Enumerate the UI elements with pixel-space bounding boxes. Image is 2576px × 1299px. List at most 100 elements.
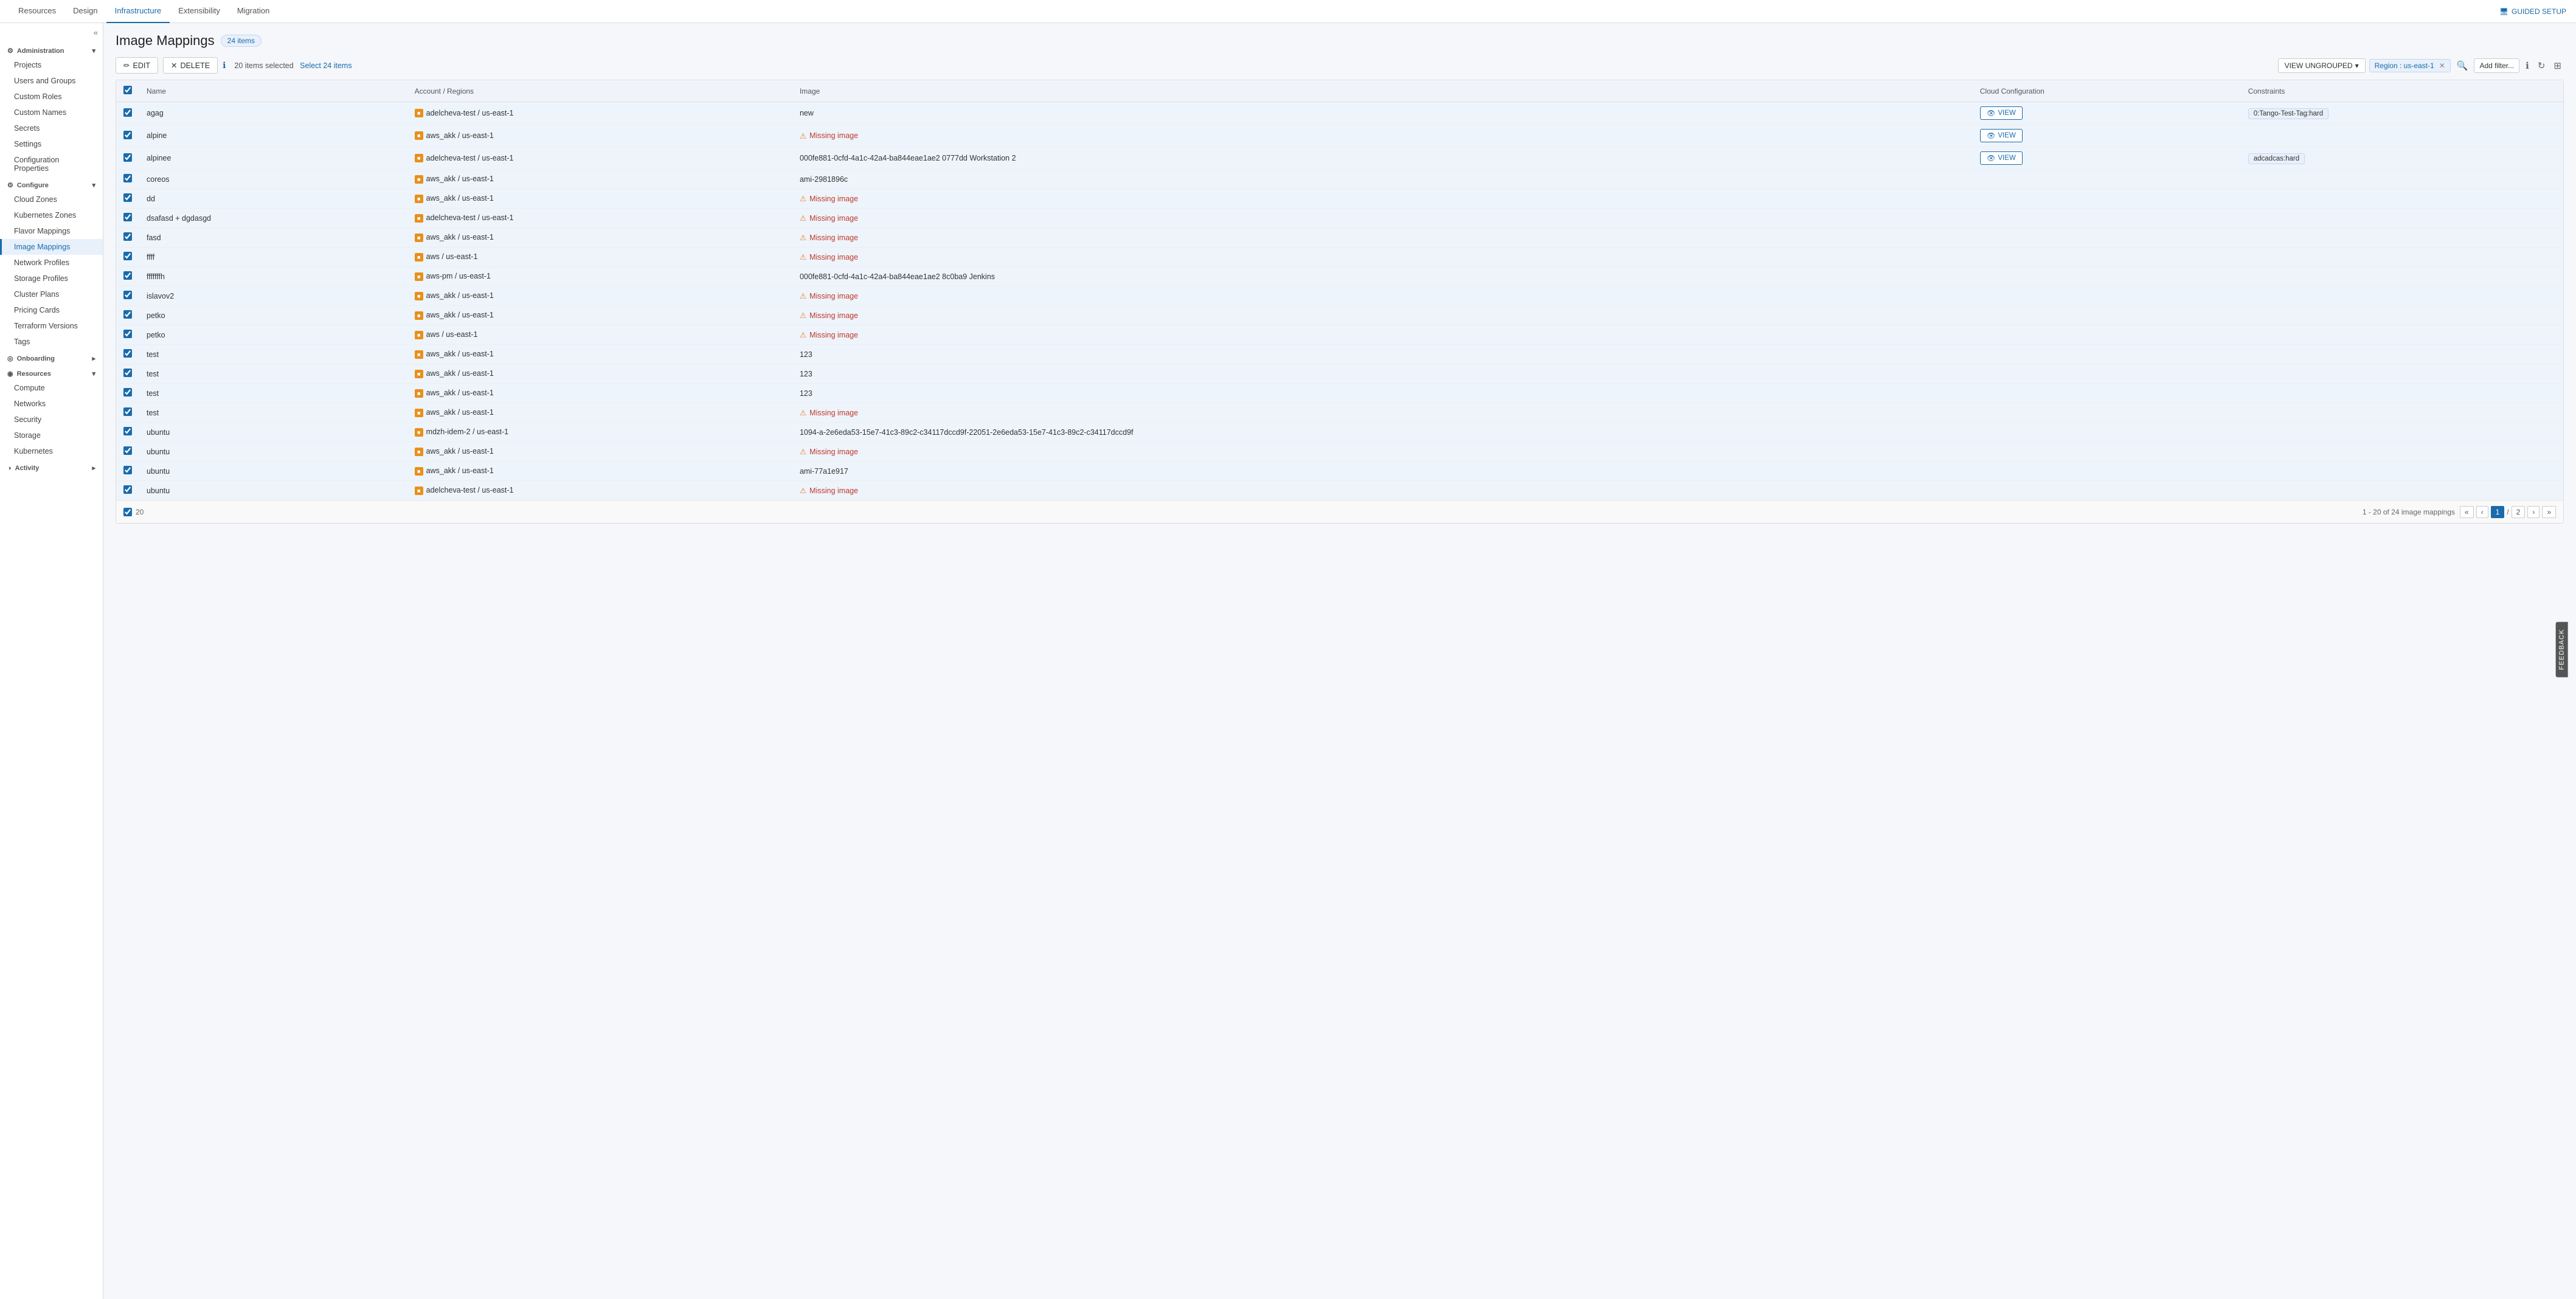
nav-item-resources[interactable]: Resources — [10, 0, 64, 23]
refresh-button[interactable]: ↻ — [2535, 59, 2548, 72]
sidebar-item-storage-profiles[interactable]: Storage Profiles — [0, 271, 103, 286]
section-administration: ⚙ Administration ▾ Projects Users and Gr… — [0, 42, 103, 176]
delete-button[interactable]: ✕ DELETE — [163, 57, 218, 74]
section-activity-header[interactable]: ◑ Activity ▸ — [0, 459, 103, 474]
row-checkbox[interactable] — [123, 193, 132, 202]
sidebar-item-cluster-plans[interactable]: Cluster Plans — [0, 286, 103, 302]
cell-cloud-config — [1973, 306, 2241, 325]
row-checkbox[interactable] — [123, 349, 132, 358]
sidebar-item-settings[interactable]: Settings — [0, 136, 103, 152]
view-cloud-config-button[interactable]: 👁 VIEW — [1980, 129, 2023, 142]
sidebar-item-network-profiles[interactable]: Network Profiles — [0, 255, 103, 271]
info-detail-button[interactable]: ℹ — [2523, 59, 2532, 72]
sidebar-item-compute[interactable]: Compute — [0, 380, 103, 396]
cell-constraints — [2241, 267, 2563, 286]
row-checkbox[interactable] — [123, 330, 132, 338]
row-checkbox[interactable] — [123, 271, 132, 280]
sidebar-item-pricing-cards[interactable]: Pricing Cards — [0, 302, 103, 318]
sidebar-item-security[interactable]: Security — [0, 412, 103, 428]
first-page-button[interactable]: « — [2460, 506, 2474, 518]
cell-image: ⚠Missing image — [792, 481, 1973, 501]
cell-constraints — [2241, 325, 2563, 345]
view-cloud-config-button[interactable]: 👁 VIEW — [1980, 106, 2023, 120]
row-checkbox[interactable] — [123, 466, 132, 474]
guided-setup-button[interactable]: 🖥 GUIDED SETUP — [2499, 7, 2566, 16]
sidebar-item-cloud-zones[interactable]: Cloud Zones — [0, 192, 103, 207]
row-checkbox[interactable] — [123, 407, 132, 416]
section-onboarding-header[interactable]: ◎ Onboarding ▸ — [0, 350, 103, 365]
next-page-button[interactable]: › — [2527, 506, 2540, 518]
cell-account: ■adelcheva-test / us-east-1 — [407, 481, 792, 501]
cell-name: ffff — [139, 248, 407, 267]
cell-cloud-config — [1973, 286, 2241, 306]
page-1-button[interactable]: 1 — [2491, 506, 2505, 518]
cell-name: ubuntu — [139, 442, 407, 462]
section-configure-header[interactable]: ⚙ Configure ▾ — [0, 176, 103, 192]
row-checkbox[interactable] — [123, 310, 132, 319]
cell-account: ■aws_akk / us-east-1 — [407, 462, 792, 481]
feedback-tab[interactable]: FEEDBACK — [2555, 622, 2567, 677]
row-checkbox[interactable] — [123, 153, 132, 162]
table-row: test■aws_akk / us-east-1⚠Missing image — [116, 403, 2563, 423]
nav-item-extensibility[interactable]: Extensibility — [170, 0, 229, 23]
nav-item-infrastructure[interactable]: Infrastructure — [106, 0, 170, 23]
cell-name: test — [139, 384, 407, 403]
sidebar-item-networks[interactable]: Networks — [0, 396, 103, 412]
sidebar-collapse-button[interactable]: « — [0, 23, 103, 42]
section-resources: ◉ Resources ▾ Compute Networks Security … — [0, 365, 103, 459]
table-row: ffff■aws / us-east-1⚠Missing image — [116, 248, 2563, 267]
add-filter-button[interactable]: Add filter... — [2474, 58, 2519, 73]
row-checkbox[interactable] — [123, 291, 132, 299]
cell-image: ⚠Missing image — [792, 209, 1973, 228]
edit-button[interactable]: ✏ EDIT — [116, 57, 158, 74]
page-2-button[interactable]: 2 — [2512, 506, 2526, 518]
footer-checkbox[interactable] — [123, 508, 132, 516]
sidebar-item-config-props[interactable]: Configuration Properties — [0, 152, 103, 176]
cell-cloud-config — [1973, 403, 2241, 423]
row-checkbox[interactable] — [123, 174, 132, 182]
sidebar-item-custom-names[interactable]: Custom Names — [0, 105, 103, 120]
nav-item-migration[interactable]: Migration — [229, 0, 278, 23]
sidebar-item-custom-roles[interactable]: Custom Roles — [0, 89, 103, 105]
view-cloud-config-button[interactable]: 👁 VIEW — [1980, 151, 2023, 165]
region-filter-tag[interactable]: Region : us-east-1 ✕ — [2369, 59, 2451, 72]
sidebar-item-secrets[interactable]: Secrets — [0, 120, 103, 136]
select-all-checkbox[interactable] — [123, 86, 132, 94]
sidebar-item-flavor-mappings[interactable]: Flavor Mappings — [0, 223, 103, 239]
top-nav: Resources Design Infrastructure Extensib… — [0, 0, 2576, 23]
last-page-button[interactable]: » — [2542, 506, 2556, 518]
sidebar-item-storage[interactable]: Storage — [0, 428, 103, 443]
prev-page-button[interactable]: ‹ — [2476, 506, 2488, 518]
sidebar-item-kubernetes[interactable]: Kubernetes — [0, 443, 103, 459]
section-administration-header[interactable]: ⚙ Administration ▾ — [0, 42, 103, 57]
row-checkbox[interactable] — [123, 427, 132, 435]
row-checkbox[interactable] — [123, 369, 132, 377]
sidebar-item-users-groups[interactable]: Users and Groups — [0, 73, 103, 89]
sidebar-item-kubernetes-zones[interactable]: Kubernetes Zones — [0, 207, 103, 223]
row-checkbox[interactable] — [123, 213, 132, 221]
search-button[interactable]: 🔍 — [2454, 59, 2471, 72]
row-checkbox[interactable] — [123, 232, 132, 241]
cell-account: ■aws_akk / us-east-1 — [407, 442, 792, 462]
section-resources-header[interactable]: ◉ Resources ▾ — [0, 365, 103, 380]
grid-view-button[interactable]: ⊞ — [2551, 59, 2564, 72]
cell-cloud-config — [1973, 267, 2241, 286]
filter-close-icon[interactable]: ✕ — [2439, 61, 2445, 70]
row-checkbox[interactable] — [123, 446, 132, 455]
sidebar-item-tags[interactable]: Tags — [0, 334, 103, 350]
select-all-link[interactable]: Select 24 items — [300, 61, 351, 70]
view-ungrouped-button[interactable]: VIEW UNGROUPED ▾ — [2278, 58, 2366, 73]
sidebar-item-terraform-versions[interactable]: Terraform Versions — [0, 318, 103, 334]
table-row: ubuntu■aws_akk / us-east-1ami-77a1e917 — [116, 462, 2563, 481]
table-footer: 20 1 - 20 of 24 image mappings « ‹ 1 / 2… — [116, 501, 2563, 523]
cell-constraints — [2241, 442, 2563, 462]
image-mappings-table: Name Account / Regions Image Cloud Confi… — [116, 80, 2563, 501]
row-checkbox[interactable] — [123, 485, 132, 494]
row-checkbox[interactable] — [123, 252, 132, 260]
row-checkbox[interactable] — [123, 131, 132, 139]
row-checkbox[interactable] — [123, 388, 132, 397]
sidebar-item-image-mappings[interactable]: Image Mappings — [0, 239, 103, 255]
sidebar-item-projects[interactable]: Projects — [0, 57, 103, 73]
nav-item-design[interactable]: Design — [64, 0, 106, 23]
row-checkbox[interactable] — [123, 108, 132, 117]
